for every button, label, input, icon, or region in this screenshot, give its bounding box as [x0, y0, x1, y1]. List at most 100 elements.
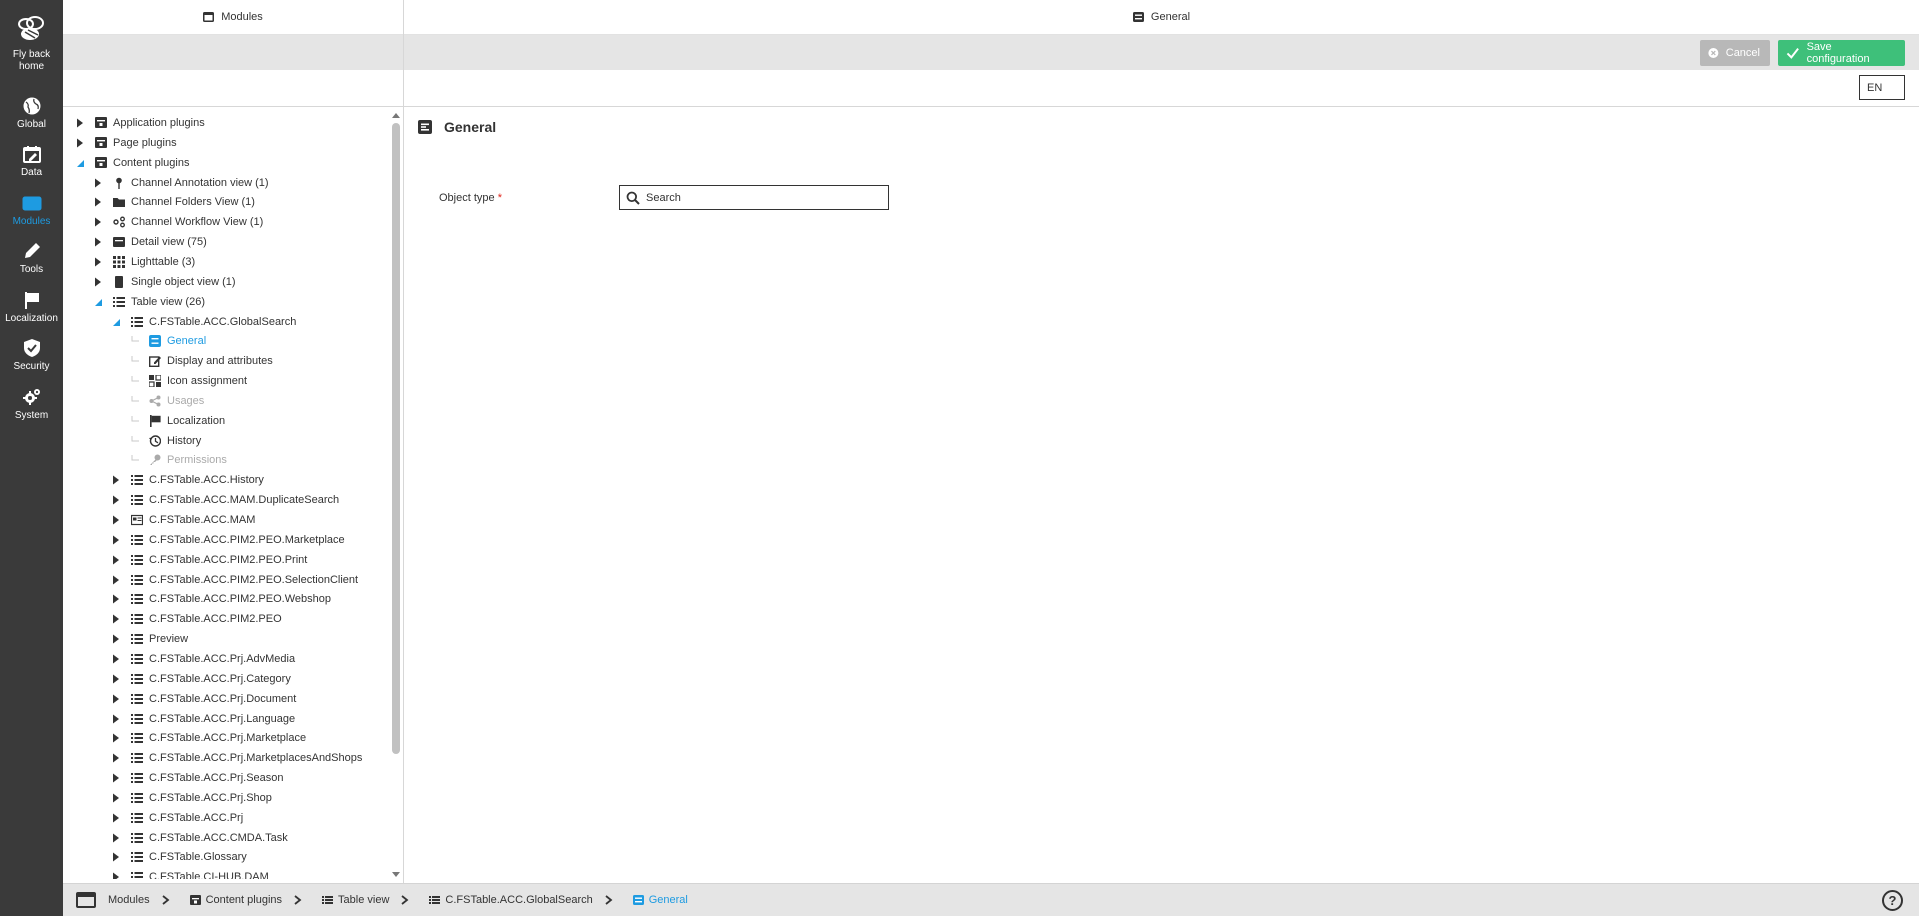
tree-item[interactable]: Channel Workflow View (1) — [93, 213, 263, 231]
tree-item[interactable]: General — [129, 332, 206, 350]
tree-scrollbar[interactable] — [389, 111, 402, 879]
expand-arrow-icon[interactable] — [111, 495, 121, 505]
expand-arrow-icon[interactable] — [111, 614, 121, 624]
expand-arrow-icon[interactable] — [111, 833, 121, 843]
tree-item[interactable]: Localization — [129, 412, 225, 430]
tree-item[interactable]: C.FSTable.ACC.MAM — [111, 511, 255, 529]
expand-arrow-icon[interactable] — [111, 535, 121, 545]
tree-item[interactable]: C.FSTable.ACC.History — [111, 471, 264, 489]
tree-item[interactable]: Page plugins — [75, 134, 177, 152]
tree-item[interactable]: Table view (26) — [93, 293, 205, 311]
tree-item-label: Page plugins — [113, 136, 177, 149]
expand-arrow-icon[interactable] — [75, 138, 85, 148]
scroll-up-arrow[interactable] — [392, 113, 400, 118]
nav-item-tools[interactable]: Tools — [0, 241, 63, 276]
breadcrumb-general[interactable]: General — [632, 894, 688, 906]
expand-arrow-icon[interactable] — [111, 773, 121, 783]
tree-item[interactable]: C.FSTable.ACC.PIM2.PEO.Marketplace — [111, 531, 345, 549]
nav-item-home[interactable]: Fly back home — [0, 12, 63, 73]
tree-item[interactable]: Detail view (75) — [93, 233, 207, 251]
tree-item[interactable]: C.FSTable.ACC.Prj.Marketplace — [111, 729, 306, 747]
expand-arrow-icon[interactable] — [111, 813, 121, 823]
expand-arrow-icon[interactable] — [111, 753, 121, 763]
tree-item[interactable]: C.FSTable.ACC.PIM2.PEO.Print — [111, 551, 307, 569]
scroll-thumb[interactable] — [392, 123, 400, 754]
breadcrumb-content-plugins[interactable]: Content plugins — [189, 894, 283, 906]
expand-arrow-icon[interactable] — [111, 852, 121, 862]
tree-item[interactable]: Single object view (1) — [93, 273, 236, 291]
tree-item[interactable]: Channel Annotation view (1) — [93, 174, 269, 192]
expand-arrow-icon[interactable] — [93, 217, 103, 227]
expand-arrow-icon[interactable] — [111, 654, 121, 664]
save-configuration-button[interactable]: Save configuration — [1778, 40, 1905, 66]
tree-item[interactable]: C.FSTable.ACC.PIM2.PEO.Webshop — [111, 590, 331, 608]
collapse-arrow-icon[interactable] — [111, 317, 121, 327]
breadcrumb-content-plugins-label: Content plugins — [205, 894, 283, 906]
tree-item[interactable]: Channel Folders View (1) — [93, 193, 255, 211]
expand-arrow-icon[interactable] — [111, 575, 121, 585]
expand-arrow-icon[interactable] — [111, 694, 121, 704]
language-select[interactable]: EN — [1859, 75, 1905, 100]
scroll-down-arrow[interactable] — [392, 872, 400, 877]
expand-arrow-icon[interactable] — [111, 872, 121, 879]
tree-item[interactable]: Permissions — [129, 451, 227, 469]
tree-item[interactable]: Preview — [111, 630, 188, 648]
tree-item[interactable]: Icon assignment — [129, 372, 247, 390]
expand-arrow-icon[interactable] — [111, 793, 121, 803]
tree-item[interactable]: C.FSTable.ACC.GlobalSearch — [111, 313, 296, 331]
plugin-icon — [95, 156, 107, 168]
tree-item[interactable]: Display and attributes — [129, 352, 273, 370]
tree-item[interactable]: C.FSTable.ACC.Prj.Language — [111, 710, 295, 728]
expand-arrow-icon[interactable] — [111, 674, 121, 684]
expand-arrow-icon[interactable] — [93, 178, 103, 188]
tree-item[interactable]: Usages — [129, 392, 204, 410]
nav-item-data[interactable]: Data — [0, 144, 63, 179]
search-icon — [626, 191, 640, 205]
expand-arrow-icon[interactable] — [111, 733, 121, 743]
breadcrumb-modules[interactable]: Modules — [76, 892, 150, 908]
tree-item[interactable]: C.FSTable.ACC.Prj — [111, 809, 243, 827]
tree-item[interactable]: C.FSTable.ACC.Prj.Shop — [111, 789, 272, 807]
expand-arrow-icon[interactable] — [93, 197, 103, 207]
tree-item[interactable]: Lighttable (3) — [93, 253, 195, 271]
expand-arrow-icon[interactable] — [93, 277, 103, 287]
tree-item[interactable]: C.FSTable.ACC.PIM2.PEO — [111, 610, 282, 628]
tree-item[interactable]: C.FSTable.CI-HUB.DAM — [111, 868, 269, 879]
tree-item[interactable]: C.FSTable.ACC.Prj.AdvMedia — [111, 650, 295, 668]
tree-item[interactable]: C.FSTable.Glossary — [111, 848, 247, 866]
tree-item[interactable]: C.FSTable.ACC.Prj.MarketplacesAndShops — [111, 749, 362, 767]
tree-item[interactable]: C.FSTable.ACC.PIM2.PEO.SelectionClient — [111, 571, 358, 589]
list-icon — [131, 693, 143, 704]
help-button[interactable]: ? — [1882, 890, 1903, 911]
folder-icon — [113, 198, 125, 208]
expand-arrow-icon[interactable] — [111, 594, 121, 604]
tree-item[interactable]: Content plugins — [75, 154, 189, 172]
expand-arrow-icon[interactable] — [111, 475, 121, 485]
tree-item[interactable]: C.FSTable.ACC.Prj.Season — [111, 769, 284, 787]
tree-item[interactable]: C.FSTable.ACC.CMDA.Task — [111, 829, 288, 847]
expand-arrow-icon[interactable] — [111, 634, 121, 644]
nav-item-security[interactable]: Security — [0, 338, 63, 373]
tree-item[interactable]: C.FSTable.ACC.Prj.Category — [111, 670, 291, 688]
nav-item-system[interactable]: System — [0, 387, 63, 422]
collapse-arrow-icon[interactable] — [93, 297, 103, 307]
tree-item[interactable]: Application plugins — [75, 114, 205, 132]
nav-item-global[interactable]: Global — [0, 96, 63, 131]
breadcrumb-table-view[interactable]: Table view — [322, 894, 389, 906]
tree-item[interactable]: C.FSTable.ACC.Prj.Document — [111, 690, 296, 708]
tree-item[interactable]: C.FSTable.ACC.MAM.DuplicateSearch — [111, 491, 339, 509]
expand-arrow-icon[interactable] — [111, 714, 121, 724]
nav-item-modules[interactable]: Modules — [0, 193, 63, 228]
expand-arrow-icon[interactable] — [75, 118, 85, 128]
object-type-search-input[interactable]: Search — [619, 185, 889, 210]
expand-arrow-icon[interactable] — [93, 237, 103, 247]
cancel-button[interactable]: Cancel — [1700, 40, 1770, 66]
expand-arrow-icon[interactable] — [111, 555, 121, 565]
collapse-arrow-icon[interactable] — [75, 158, 85, 168]
expand-arrow-icon[interactable] — [93, 257, 103, 267]
list-icon — [131, 713, 143, 724]
nav-item-localization[interactable]: Localization — [0, 290, 63, 325]
expand-arrow-icon[interactable] — [111, 515, 121, 525]
tree-item[interactable]: History — [129, 432, 201, 450]
breadcrumb-globalsearch[interactable]: C.FSTable.ACC.GlobalSearch — [429, 894, 593, 906]
